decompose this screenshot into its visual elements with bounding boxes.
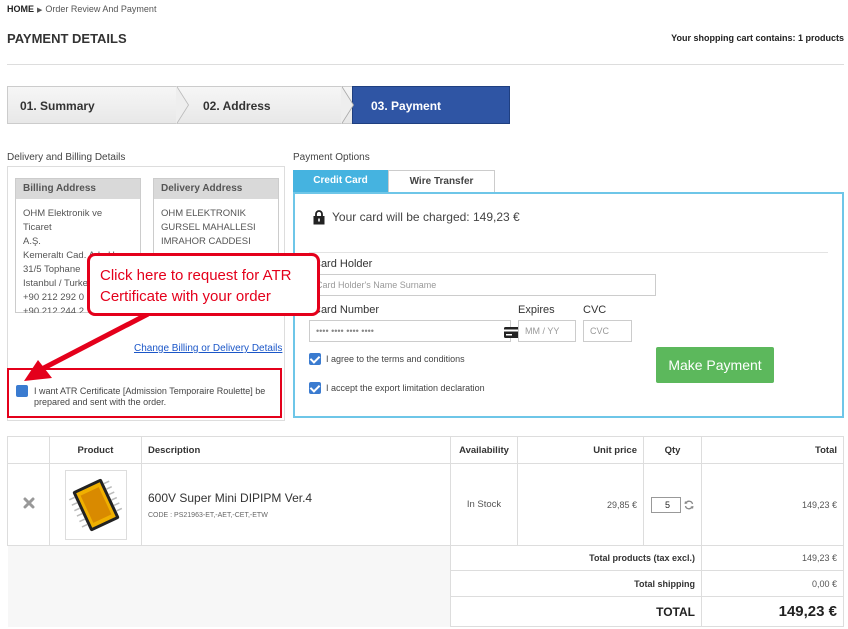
summary-spacer [7, 596, 451, 627]
lock-icon [313, 210, 325, 225]
card-number-input[interactable]: •••• •••• •••• •••• [309, 320, 522, 342]
expires-input[interactable]: MM / YY [518, 320, 576, 342]
terms-label[interactable]: I agree to the terms and conditions [326, 354, 465, 364]
page-title: PAYMENT DETAILS [7, 31, 127, 46]
step-address[interactable]: 02. Address [187, 86, 352, 124]
table-row: 600V Super Mini DIPIPM Ver.4 CODE : PS21… [7, 463, 844, 546]
cvc-label: CVC [583, 304, 607, 316]
tab-credit-card[interactable]: Credit Card [293, 170, 388, 192]
availability-cell: In Stock [450, 463, 518, 546]
delivery-address-title: Delivery Address [154, 179, 278, 199]
remove-item-icon[interactable] [23, 497, 35, 509]
chip-icon [68, 478, 122, 531]
total-shipping-label: Total shipping [450, 570, 702, 597]
breadcrumb-current: Order Review And Payment [45, 4, 157, 14]
unit-price-cell: 29,85 € [517, 463, 644, 546]
billing-address-title: Billing Address [16, 179, 140, 199]
card-holder-label: Card Holder [313, 258, 373, 270]
atr-callout: Click here to request for ATR Certificat… [87, 253, 320, 316]
remove-cell [7, 463, 50, 546]
summary-row-shipping: Total shipping 0,00 € [7, 570, 844, 597]
product-image-cell [49, 463, 142, 546]
column-header-qty: Qty [643, 436, 702, 464]
product-image[interactable] [64, 469, 127, 540]
product-code: CODE : PS21963-ET,-AET,-CET,-ETW [148, 511, 268, 519]
remove-column-header [7, 436, 50, 464]
row-total-cell: 149,23 € [701, 463, 844, 546]
column-header-description: Description [141, 436, 451, 464]
column-header-total: Total [701, 436, 844, 464]
checkout-steps: 01. Summary 02. Address 03. Payment [7, 86, 510, 124]
atr-checkbox[interactable] [16, 385, 28, 397]
summary-spacer [7, 570, 451, 597]
step-arrow-icon [176, 86, 188, 124]
credit-card-panel: Your card will be charged: 149,23 € Card… [293, 192, 844, 418]
refresh-icon[interactable] [684, 500, 694, 510]
export-checkbox[interactable] [309, 382, 321, 394]
breadcrumb-home-link[interactable]: HOME [7, 4, 34, 14]
atr-certificate-option: I want ATR Certificate [Admission Tempor… [7, 368, 282, 418]
payment-section-title: Payment Options [293, 152, 370, 163]
summary-spacer [7, 545, 451, 571]
atr-checkbox-label[interactable]: I want ATR Certificate [Admission Tempor… [34, 386, 279, 408]
step-arrow-icon [341, 86, 353, 124]
export-label[interactable]: I accept the export limitation declarati… [326, 383, 485, 393]
step-summary[interactable]: 01. Summary [7, 86, 187, 124]
card-number-label: Card Number [313, 304, 380, 316]
total-products-label: Total products (tax excl.) [450, 545, 702, 571]
change-address-link[interactable]: Change Billing or Delivery Details [134, 343, 282, 354]
product-name[interactable]: 600V Super Mini DIPIPM Ver.4 [148, 491, 450, 505]
delivery-section-title: Delivery and Billing Details [7, 152, 126, 163]
grand-total-value: 149,23 € [701, 596, 844, 627]
breadcrumb-separator-icon: ▶ [37, 7, 43, 14]
step-payment[interactable]: 03. Payment [352, 86, 510, 124]
card-number-placeholder: •••• •••• •••• •••• [316, 326, 374, 336]
cart-table: Product Description Availability Unit pr… [7, 436, 844, 627]
column-header-product: Product [49, 436, 142, 464]
qty-cell: 5 [643, 463, 702, 546]
panel-divider [309, 252, 828, 253]
summary-row-products: Total products (tax excl.) 149,23 € [7, 545, 844, 571]
card-holder-input[interactable]: Card Holder's Name Surname [309, 274, 656, 296]
cart-summary-text: Your shopping cart contains: 1 products [671, 33, 844, 43]
description-cell: 600V Super Mini DIPIPM Ver.4 CODE : PS21… [141, 463, 451, 546]
terms-checkbox[interactable] [309, 353, 321, 365]
breadcrumb: HOME ▶ Order Review And Payment [7, 4, 156, 14]
total-shipping-value: 0,00 € [701, 570, 844, 597]
cvc-input[interactable]: CVC [583, 320, 632, 342]
header-divider [7, 64, 844, 65]
make-payment-button[interactable]: Make Payment [656, 347, 774, 383]
summary-row-total: TOTAL 149,23 € [7, 596, 844, 627]
column-header-unit-price: Unit price [517, 436, 644, 464]
tab-wire-transfer[interactable]: Wire Transfer [388, 170, 495, 192]
total-products-value: 149,23 € [701, 545, 844, 571]
expires-label: Expires [518, 304, 555, 316]
charge-amount-text: Your card will be charged: 149,23 € [332, 210, 520, 224]
column-header-availability: Availability [450, 436, 518, 464]
grand-total-label: TOTAL [450, 596, 702, 627]
table-header-row: Product Description Availability Unit pr… [7, 436, 844, 464]
quantity-input[interactable]: 5 [651, 496, 681, 513]
